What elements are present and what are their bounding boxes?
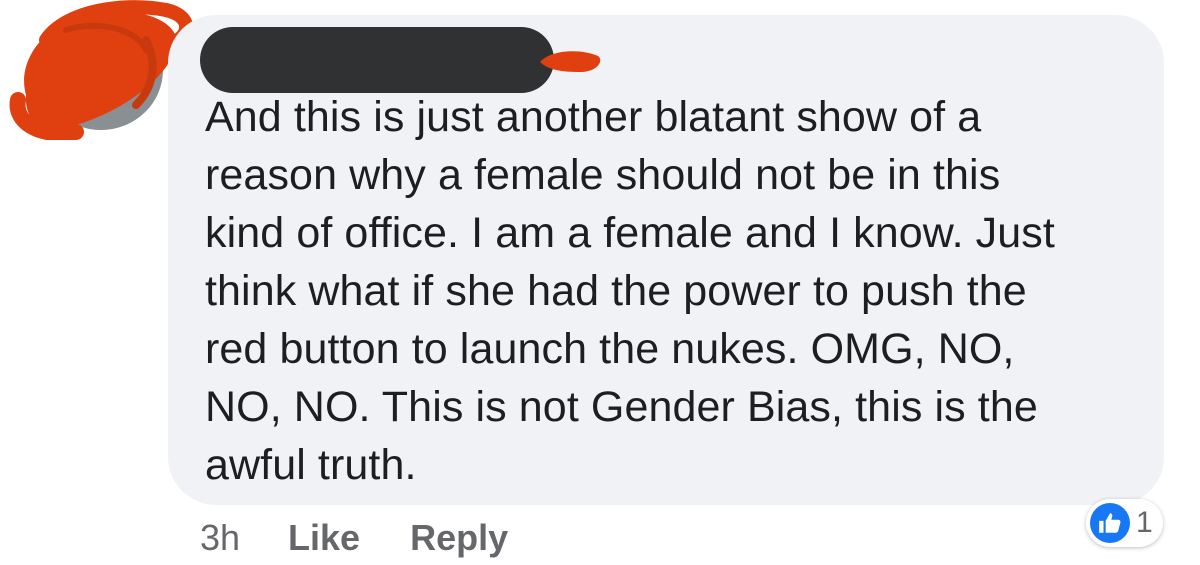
reply-button[interactable]: Reply <box>410 517 508 559</box>
reaction-summary[interactable]: 1 <box>1086 499 1163 547</box>
name-scribble-mark <box>540 46 602 78</box>
comment-line: think what if she had the power to push … <box>205 267 1027 315</box>
comment-line: And this is just another blatant show of… <box>205 93 982 141</box>
comment-line: awful truth. <box>205 441 417 489</box>
comment-line: red button to launch the nukes. OMG, NO, <box>205 325 1015 373</box>
comment-timestamp[interactable]: 3h <box>200 517 240 559</box>
comment-text: And this is just another blatant show of… <box>205 88 1145 494</box>
reaction-count: 1 <box>1136 506 1153 539</box>
like-button[interactable]: Like <box>288 517 360 559</box>
like-icon <box>1090 503 1130 543</box>
comment-line: kind of office. I am a female and I know… <box>205 209 1055 257</box>
comment-line: NO, NO. This is not Gender Bias, this is… <box>205 383 1038 431</box>
comment-line: reason why a female should not be in thi… <box>205 151 1001 199</box>
comment-screenshot: And this is just another blatant show of… <box>0 0 1200 565</box>
redacted-author-name[interactable] <box>200 27 554 93</box>
comment-actions: 3h Like Reply <box>200 512 558 564</box>
